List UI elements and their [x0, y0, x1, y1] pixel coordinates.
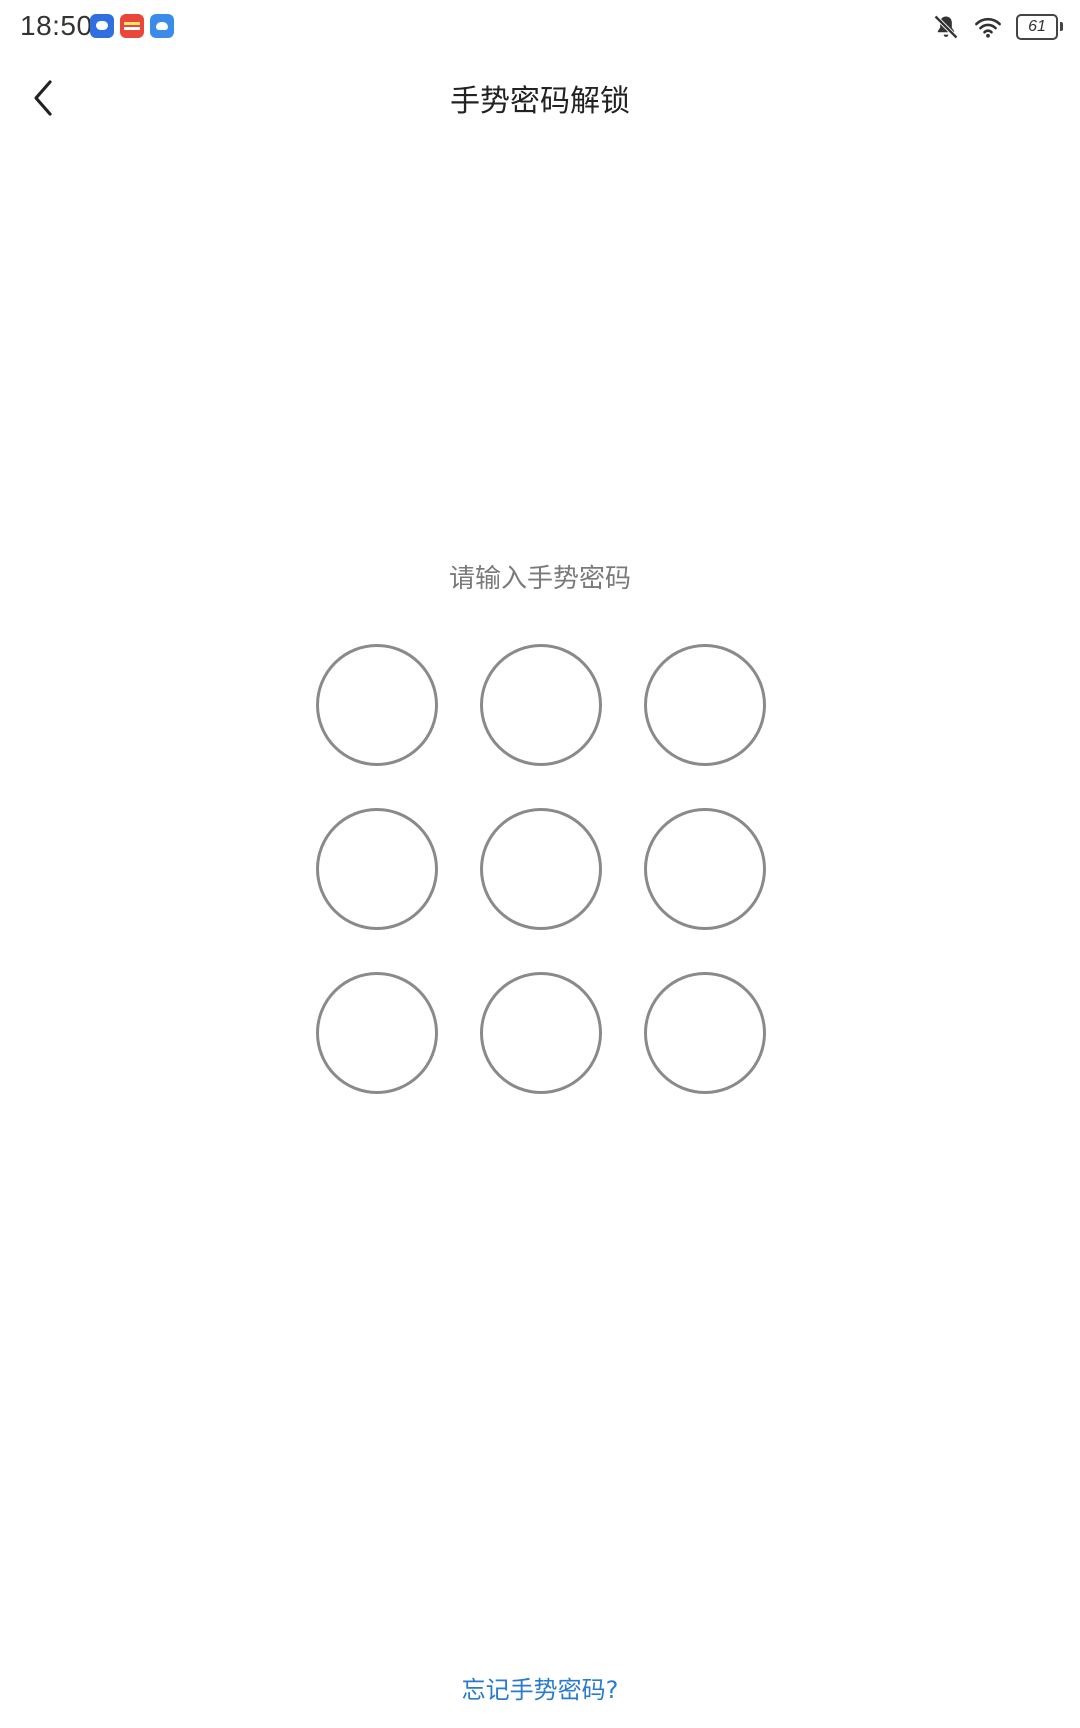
pattern-prompt: 请输入手势密码 [448, 564, 631, 594]
pattern-dot-1[interactable] [316, 644, 438, 766]
pattern-dot-8[interactable] [480, 972, 602, 1094]
page-title: 手势密码解锁 [450, 84, 630, 119]
forgot-gesture-password-link[interactable]: 忘记手势密码? [0, 1670, 1080, 1705]
battery-icon: 61 [1016, 14, 1063, 40]
app-notification-icon [120, 14, 144, 38]
status-bar: 18:50 61 [0, 0, 1080, 56]
pattern-dot-2[interactable] [480, 644, 602, 766]
pattern-dot-6[interactable] [644, 808, 766, 930]
header: 手势密码解锁 [0, 60, 1080, 136]
bell-off-icon [934, 15, 958, 39]
pattern-dot-3[interactable] [644, 644, 766, 766]
wifi-icon [975, 17, 1001, 38]
status-time: 18:50 [20, 10, 93, 41]
pattern-dot-9[interactable] [644, 972, 766, 1094]
pattern-dot-7[interactable] [316, 972, 438, 1094]
app-notification-icon [90, 14, 114, 38]
pattern-lock-grid[interactable] [316, 644, 766, 1094]
pattern-dot-5[interactable] [480, 808, 602, 930]
app-notification-icon [150, 14, 174, 38]
battery-level: 61 [1028, 18, 1046, 35]
pattern-dot-4[interactable] [316, 808, 438, 930]
status-indicators: 61 [932, 12, 1063, 42]
